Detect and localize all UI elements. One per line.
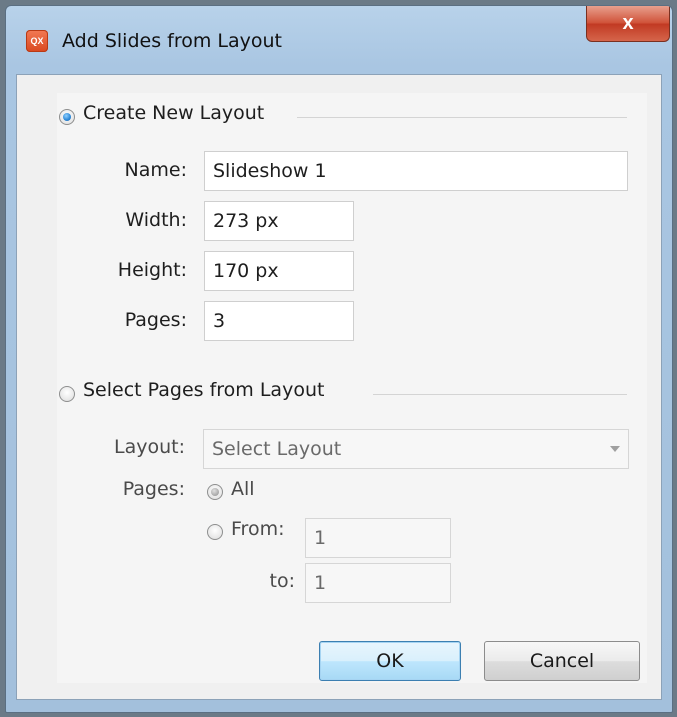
dialog-content: Create New Layout Name: Slideshow 1 Widt… — [57, 93, 647, 683]
height-label: Height: — [117, 259, 187, 281]
select-pages-label[interactable]: Select Pages from Layout — [83, 379, 324, 401]
dialog-window: QX Add Slides from Layout x Create New L… — [5, 5, 673, 713]
width-label: Width: — [125, 209, 187, 231]
layout-label: Layout: — [114, 436, 185, 458]
close-button[interactable]: x — [586, 6, 670, 42]
to-label: to: — [269, 570, 295, 592]
from-input[interactable]: 1 — [305, 518, 451, 558]
section-divider — [297, 117, 627, 118]
dialog-client-area: Create New Layout Name: Slideshow 1 Widt… — [16, 74, 662, 700]
pages-all-radio[interactable] — [207, 484, 223, 500]
layout-select-value: Select Layout — [212, 438, 342, 460]
pages-all-label[interactable]: All — [231, 478, 255, 500]
to-input[interactable]: 1 — [305, 563, 451, 603]
name-label: Name: — [124, 159, 187, 181]
window-title: Add Slides from Layout — [62, 30, 282, 52]
cancel-button[interactable]: Cancel — [484, 641, 640, 681]
width-input[interactable]: 273 px — [204, 201, 354, 241]
name-input[interactable]: Slideshow 1 — [204, 151, 628, 191]
create-new-layout-radio[interactable] — [59, 109, 75, 125]
pages-range-label: Pages: — [122, 478, 185, 500]
pages-label: Pages: — [124, 309, 187, 331]
close-icon: x — [622, 12, 634, 34]
title-bar[interactable]: QX Add Slides from Layout x — [6, 6, 672, 72]
chevron-down-icon — [610, 446, 620, 452]
create-new-layout-label[interactable]: Create New Layout — [83, 102, 264, 124]
from-label: From: — [231, 518, 285, 540]
pages-from-radio[interactable] — [207, 524, 223, 540]
qx-app-icon: QX — [26, 30, 48, 52]
select-pages-radio[interactable] — [59, 386, 75, 402]
ok-button[interactable]: OK — [319, 641, 461, 681]
section-divider — [373, 394, 627, 395]
pages-input[interactable]: 3 — [204, 301, 354, 341]
layout-select[interactable]: Select Layout — [203, 429, 629, 469]
height-input[interactable]: 170 px — [204, 251, 354, 291]
